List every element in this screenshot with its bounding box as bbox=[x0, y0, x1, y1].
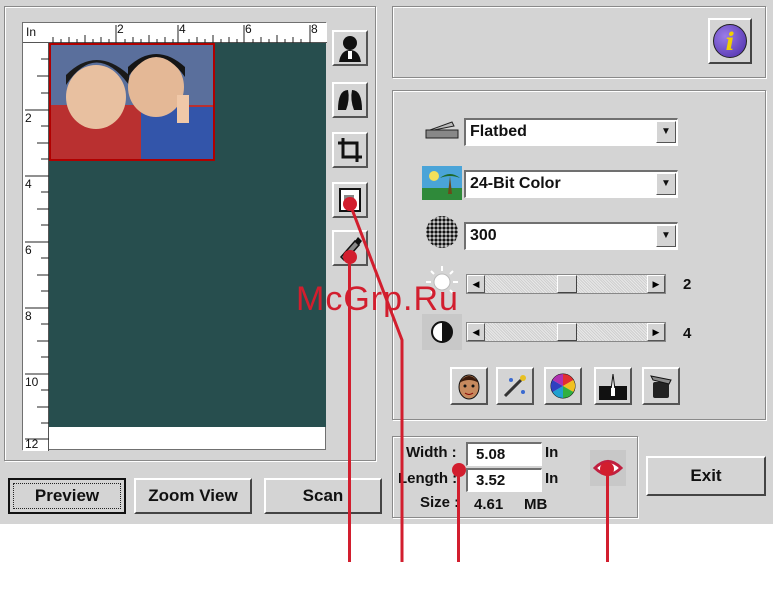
size-value: 4.61 bbox=[474, 496, 504, 513]
width-field[interactable]: 5.08 bbox=[466, 442, 542, 466]
color-mode-value: 24-Bit Color bbox=[470, 175, 561, 192]
color-adjust-button[interactable] bbox=[544, 367, 582, 405]
face-icon bbox=[458, 374, 480, 400]
top-ruler: In 2 4 6 8 bbox=[23, 22, 327, 43]
crop-icon bbox=[338, 138, 362, 162]
callout-dot-aspect bbox=[600, 462, 614, 476]
watermark: McGrp.Ru bbox=[296, 280, 459, 318]
silhouette-tool-button[interactable] bbox=[332, 30, 368, 66]
slider-left-arrow-icon[interactable]: ◀ bbox=[467, 275, 485, 293]
ruler-left-ticks bbox=[25, 58, 49, 440]
color-mode-icon bbox=[422, 164, 462, 200]
sharpen-icon bbox=[599, 373, 627, 400]
length-field[interactable]: 3.52 bbox=[466, 468, 542, 492]
sharpen-button[interactable] bbox=[594, 367, 632, 405]
scan-preview-canvas[interactable] bbox=[49, 43, 326, 427]
crop-tool-button[interactable] bbox=[332, 132, 368, 168]
brightness-slider[interactable]: ◀ ▶ bbox=[466, 274, 666, 294]
width-label: Width : bbox=[406, 444, 457, 461]
chevron-down-icon[interactable]: ▼ bbox=[656, 225, 676, 247]
scanner-window: In 2 4 6 8 2 4 6 8 10 12 Preview Zoom Vi… bbox=[0, 0, 773, 524]
width-unit: In bbox=[545, 444, 559, 461]
children-photo bbox=[51, 45, 213, 159]
two-heads-icon bbox=[338, 90, 362, 110]
size-unit: MB bbox=[524, 496, 548, 513]
source-dropdown[interactable]: Flatbed ▼ bbox=[464, 118, 678, 146]
mirror-tool-button[interactable] bbox=[332, 82, 368, 118]
preview-button[interactable]: Preview bbox=[8, 478, 126, 514]
left-ruler: 2 4 6 8 10 12 bbox=[23, 43, 49, 451]
scan-selection-photo[interactable] bbox=[49, 43, 215, 161]
length-label: Length : bbox=[398, 470, 458, 487]
source-value: Flatbed bbox=[470, 123, 527, 140]
contrast-icon bbox=[422, 314, 462, 350]
resolution-value: 300 bbox=[470, 227, 497, 244]
contrast-value: 4 bbox=[683, 325, 692, 342]
color-wheel-icon bbox=[550, 373, 576, 399]
ruler-top-ticks bbox=[52, 25, 311, 43]
scanner-filter-icon bbox=[650, 375, 672, 398]
contrast-slider[interactable]: ◀ ▶ bbox=[466, 322, 666, 342]
chevron-down-icon[interactable]: ▼ bbox=[656, 173, 676, 195]
info-button[interactable]: i bbox=[708, 18, 752, 64]
scan-button[interactable]: Scan bbox=[264, 478, 382, 514]
resolution-dropdown[interactable]: 300 ▼ bbox=[464, 222, 678, 250]
zoom-view-button[interactable]: Zoom View bbox=[134, 478, 252, 514]
info-icon: i bbox=[713, 24, 747, 58]
brightness-value: 2 bbox=[683, 276, 692, 293]
callout-dot-pen bbox=[343, 250, 357, 264]
callout-dot-size bbox=[452, 463, 466, 477]
slider-right-arrow-icon[interactable]: ▶ bbox=[647, 275, 665, 293]
slider-left-arrow-icon[interactable]: ◀ bbox=[467, 323, 485, 341]
size-label: Size : bbox=[420, 494, 460, 511]
resolution-icon bbox=[422, 214, 462, 250]
length-unit: In bbox=[545, 470, 559, 487]
exit-button[interactable]: Exit bbox=[646, 456, 766, 496]
info-glyph: i bbox=[725, 26, 735, 56]
magic-wand-icon bbox=[503, 375, 526, 398]
color-mode-dropdown[interactable]: 24-Bit Color ▼ bbox=[464, 170, 678, 198]
slider-right-arrow-icon[interactable]: ▶ bbox=[647, 323, 665, 341]
face-tone-button[interactable] bbox=[450, 367, 488, 405]
callout-line-aspect bbox=[606, 470, 609, 562]
contrast-slider-thumb[interactable] bbox=[557, 323, 577, 341]
chevron-down-icon[interactable]: ▼ bbox=[656, 121, 676, 143]
person-silhouette-icon bbox=[339, 36, 361, 62]
brightness-slider-thumb[interactable] bbox=[557, 275, 577, 293]
callout-dot-frame bbox=[343, 197, 357, 211]
preview-area: In 2 4 6 8 2 4 6 8 10 12 bbox=[22, 22, 327, 451]
descreen-button[interactable] bbox=[496, 367, 534, 405]
callout-line-size bbox=[457, 470, 460, 562]
filter-button[interactable] bbox=[642, 367, 680, 405]
flatbed-icon bbox=[422, 112, 462, 148]
